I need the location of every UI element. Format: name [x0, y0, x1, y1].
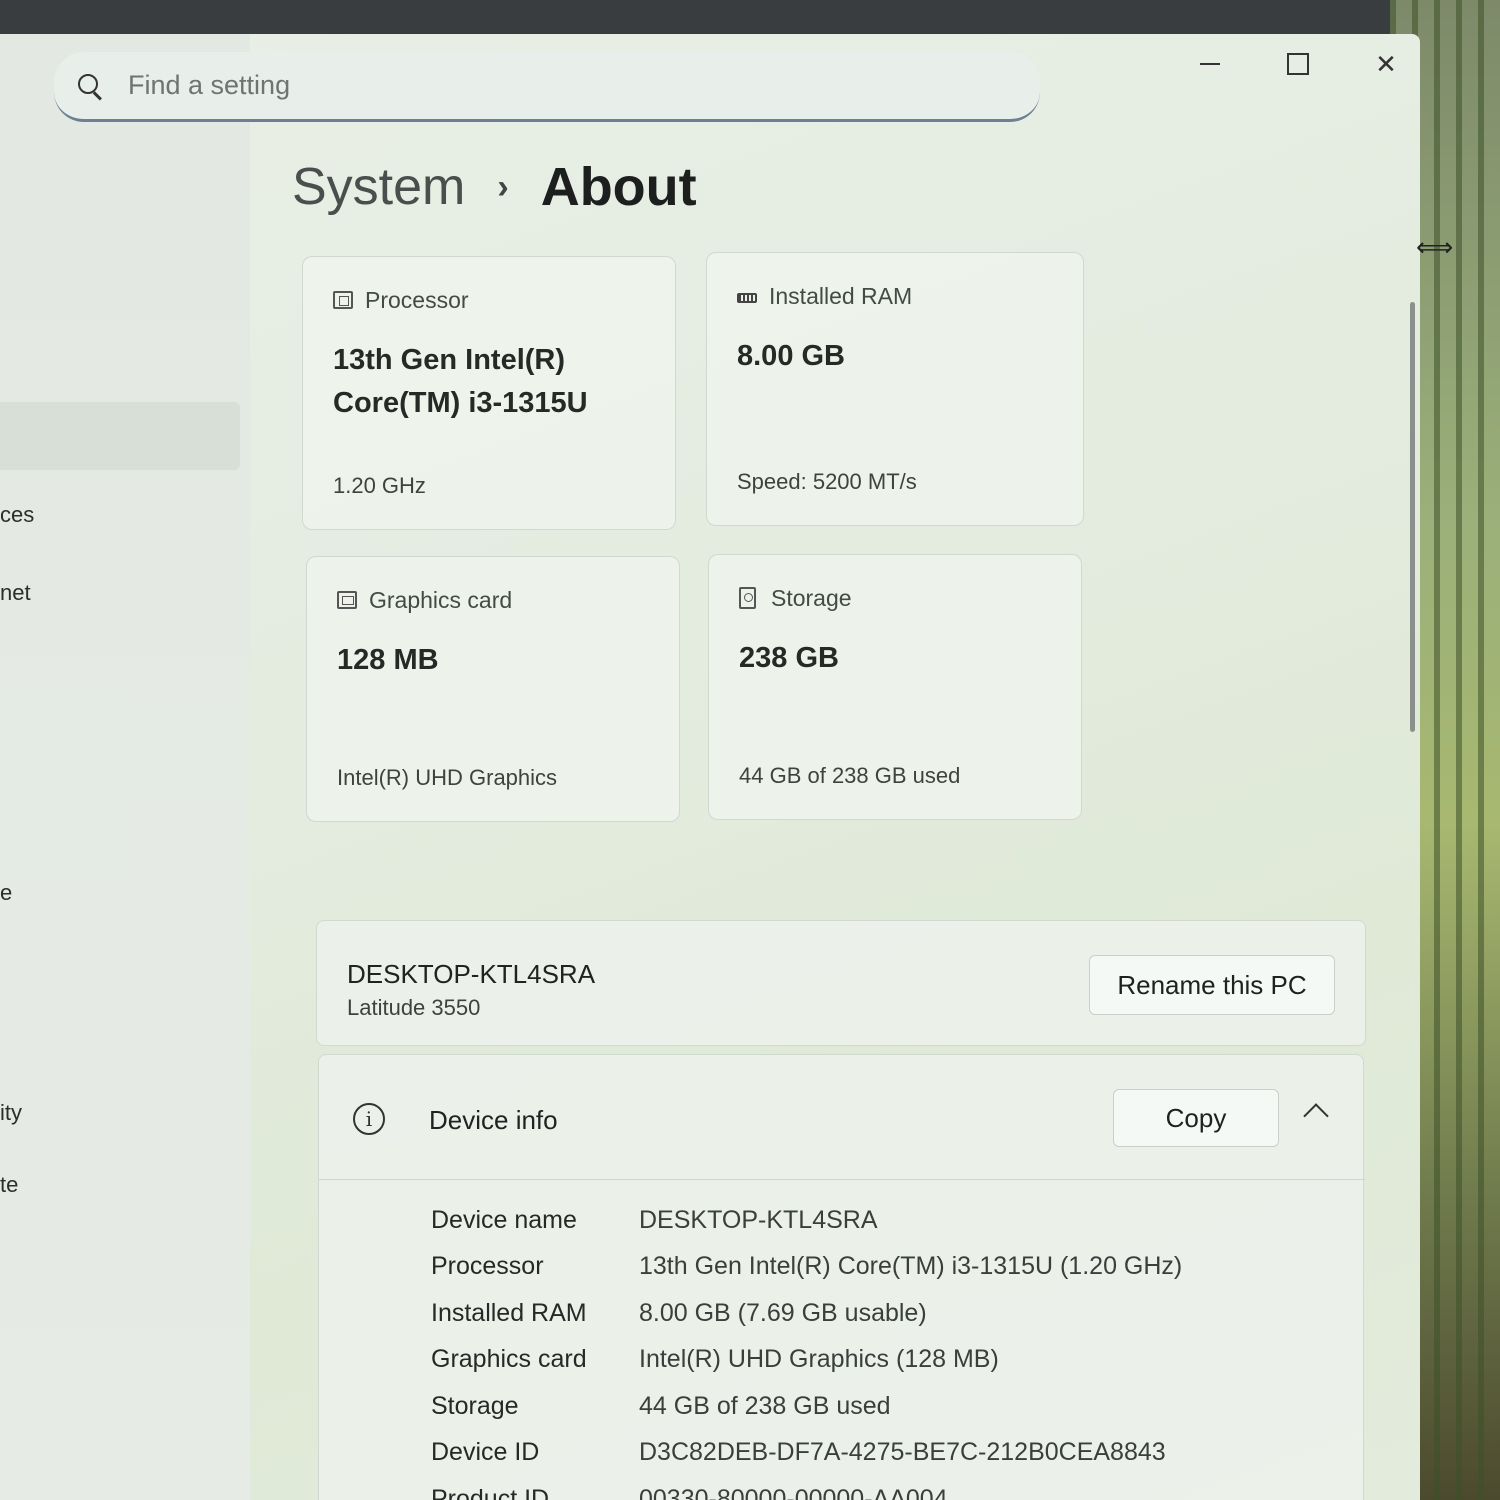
storage-icon — [739, 587, 756, 609]
ram-speed: Speed: 5200 MT/s — [737, 469, 917, 494]
row-value: Intel(R) UHD Graphics (128 MB) — [639, 1345, 999, 1374]
processor-value: 13th Gen Intel(R) Core(TM) i3-1315U — [333, 344, 588, 419]
row-key: Processor — [431, 1252, 544, 1281]
row-value: 13th Gen Intel(R) Core(TM) i3-1315U (1.2… — [639, 1252, 1183, 1281]
row-value: 00330-80000-00000-AA004 — [639, 1484, 948, 1500]
sidebar-item-network[interactable]: net — [0, 580, 31, 606]
row-value: DESKTOP-KTL4SRA — [639, 1205, 878, 1234]
page-title: About — [540, 157, 697, 217]
table-row: Product ID 00330-80000-00000-AA004 — [431, 1476, 1182, 1500]
sidebar-item-time[interactable]: e — [0, 880, 12, 906]
minimize-button[interactable] — [1180, 42, 1240, 86]
rename-pc-button[interactable]: Rename this PC — [1089, 955, 1335, 1015]
row-key: Device name — [431, 1205, 577, 1234]
chevron-right-icon: › — [497, 167, 509, 206]
storage-usage: 44 GB of 238 GB used — [739, 763, 961, 788]
close-button[interactable]: ✕ — [1356, 42, 1416, 86]
ram-card: Installed RAM 8.00 GB Speed: 5200 MT/s — [706, 252, 1084, 526]
sidebar-item-devices[interactable]: ces — [0, 502, 34, 528]
storage-value: 238 GB — [739, 642, 839, 674]
graphics-value: 128 MB — [337, 644, 439, 676]
row-key: Storage — [431, 1391, 519, 1420]
row-value: 8.00 GB (7.69 GB usable) — [639, 1298, 927, 1327]
sidebar-item-accessibility[interactable]: ity — [0, 1100, 22, 1126]
processor-speed: 1.20 GHz — [333, 473, 426, 498]
graphics-card-icon — [337, 591, 357, 609]
device-info-section: i Device info Copy Device name DESKTOP-K… — [318, 1054, 1365, 1500]
scrollbar[interactable] — [1410, 302, 1415, 732]
sidebar-item-update[interactable]: te — [0, 1172, 18, 1198]
processor-card: Processor 13th Gen Intel(R) Core(TM) i3-… — [302, 256, 676, 530]
table-row: Processor 13th Gen Intel(R) Core(TM) i3-… — [431, 1244, 1182, 1291]
row-key: Device ID — [431, 1438, 540, 1467]
row-key: Product ID — [431, 1484, 550, 1500]
device-info-title: Device info — [429, 1105, 558, 1135]
maximize-icon — [1287, 53, 1309, 75]
table-row: Graphics card Intel(R) UHD Graphics (128… — [431, 1337, 1182, 1384]
sidebar-selected-item[interactable] — [0, 402, 240, 470]
pc-name-section: DESKTOP-KTL4SRA Latitude 3550 Rename thi… — [316, 920, 1366, 1046]
sidebar: ces net e ity te — [0, 34, 250, 1500]
graphics-label: Graphics card — [369, 587, 513, 613]
row-value: D3C82DEB-DF7A-4275-BE7C-212B0CEA8843 — [639, 1438, 1166, 1467]
graphics-card: Graphics card 128 MB Intel(R) UHD Graphi… — [306, 556, 680, 822]
ram-icon — [737, 293, 757, 303]
search-input[interactable] — [126, 69, 930, 102]
processor-icon — [333, 291, 353, 309]
ram-label: Installed RAM — [769, 283, 913, 309]
device-info-header[interactable]: i Device info Copy — [319, 1055, 1365, 1180]
pc-name: DESKTOP-KTL4SRA — [347, 959, 596, 989]
minimize-icon — [1200, 63, 1220, 65]
row-key: Graphics card — [431, 1345, 587, 1374]
close-icon: ✕ — [1375, 48, 1397, 79]
row-value: 44 GB of 238 GB used — [639, 1391, 891, 1420]
storage-card: Storage 238 GB 44 GB of 238 GB used — [708, 554, 1082, 820]
row-key: Installed RAM — [431, 1298, 587, 1327]
ram-value: 8.00 GB — [737, 340, 845, 372]
storage-label: Storage — [771, 585, 852, 611]
breadcrumb-parent[interactable]: System — [292, 157, 465, 217]
chevron-up-icon[interactable] — [1303, 1103, 1329, 1129]
maximize-button[interactable] — [1268, 42, 1328, 86]
copy-button[interactable]: Copy — [1113, 1089, 1279, 1147]
search-icon — [76, 72, 104, 100]
processor-label: Processor — [365, 287, 469, 313]
resize-cursor-icon: ⟺ — [1416, 232, 1454, 262]
settings-window: ces net e ity te ✕ System › About Proces… — [0, 34, 1420, 1500]
table-row: Installed RAM 8.00 GB (7.69 GB usable) — [431, 1290, 1182, 1337]
device-info-table: Device name DESKTOP-KTL4SRA Processor 13… — [431, 1197, 1182, 1500]
screen-bezel — [0, 0, 1500, 36]
breadcrumb: System › About — [292, 156, 697, 218]
table-row: Device ID D3C82DEB-DF7A-4275-BE7C-212B0C… — [431, 1430, 1182, 1477]
pc-model: Latitude 3550 — [347, 995, 481, 1020]
table-row: Storage 44 GB of 238 GB used — [431, 1383, 1182, 1430]
info-icon: i — [353, 1103, 385, 1135]
search-box[interactable] — [54, 52, 1040, 122]
table-row: Device name DESKTOP-KTL4SRA — [431, 1197, 1182, 1244]
graphics-name: Intel(R) UHD Graphics — [337, 765, 558, 790]
